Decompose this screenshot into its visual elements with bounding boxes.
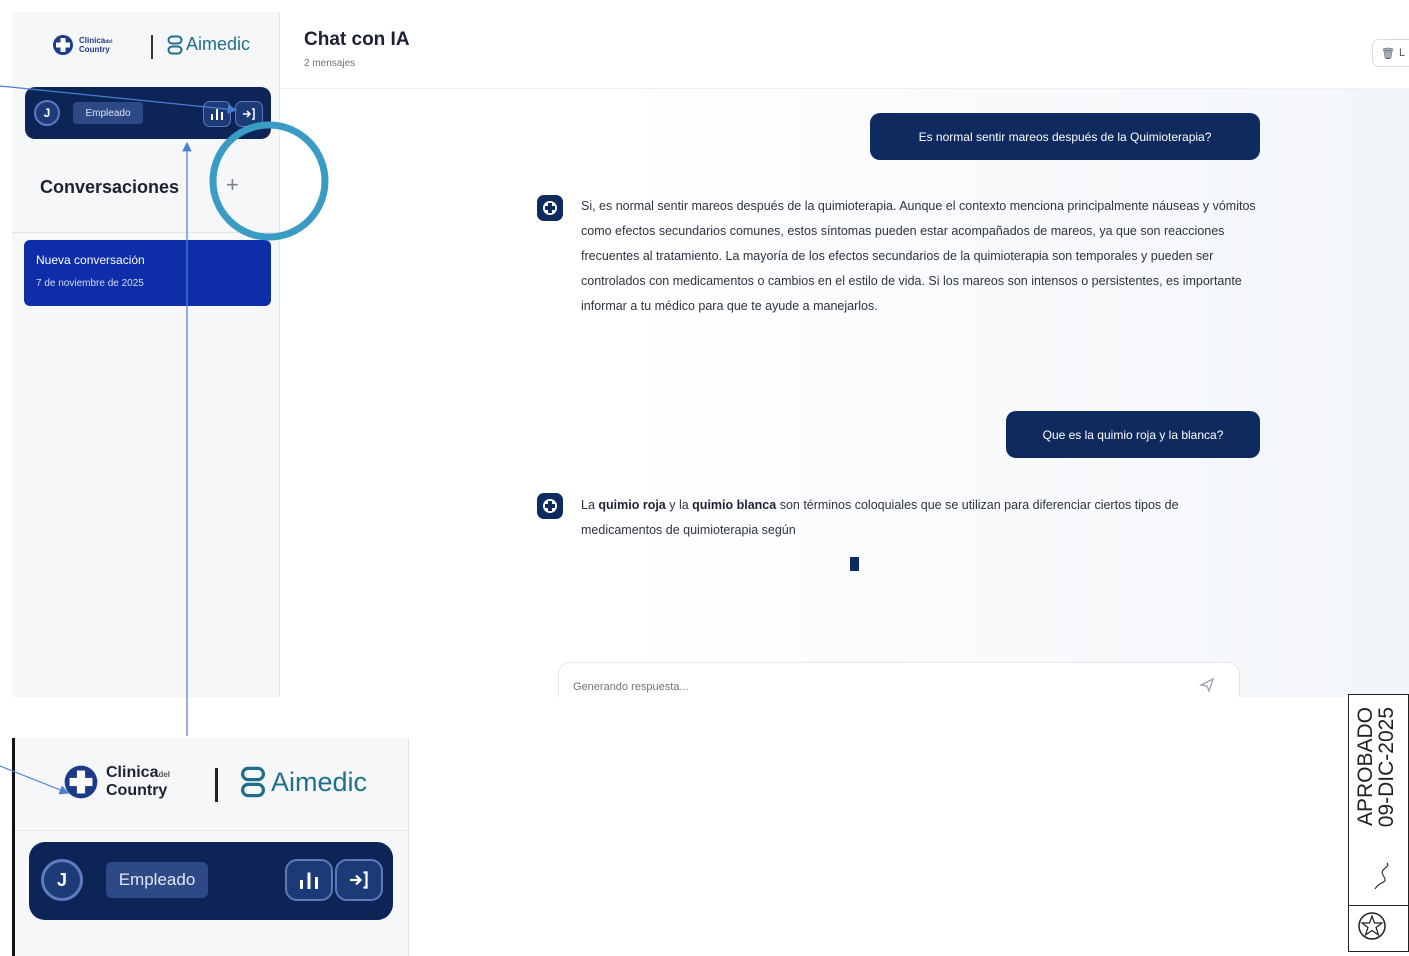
assistant-message: Si, es normal sentir mareos después de l… xyxy=(581,199,1256,313)
chat-area: Chat con IA 2 mensajes 🗑 L Es normal sen… xyxy=(280,12,1409,697)
aimedic-wordmark: Aimedic xyxy=(271,766,368,797)
country-word: Country xyxy=(79,44,110,54)
conversations-heading: Conversaciones xyxy=(40,177,180,197)
trash-icon: 🗑 xyxy=(1381,47,1395,60)
bar-chart-icon xyxy=(211,109,223,120)
conversation-title: Nueva conversación xyxy=(36,253,145,267)
aimedic-logo: Aimedic xyxy=(240,766,367,798)
logout-button[interactable] xyxy=(235,101,263,127)
bold-term: quimio blanca xyxy=(692,498,777,512)
clinica-cross-icon xyxy=(53,35,73,55)
aimedic-logo: Aimedic xyxy=(167,34,250,55)
new-conversation-button[interactable]: + xyxy=(226,172,239,198)
header-action-button[interactable]: 🗑 L xyxy=(1372,39,1409,67)
conversation-date: 7 de noviembre de 2025 xyxy=(36,278,144,289)
conversation-item[interactable]: Nueva conversación 7 de noviembre de 202… xyxy=(24,240,271,306)
assistant-avatar xyxy=(537,493,563,519)
clinica-country-logo: Clinicadel Country xyxy=(52,34,112,56)
message-composer xyxy=(558,662,1240,697)
aimedic-mark-icon xyxy=(241,766,265,798)
assistant-message-streaming: La quimio roja y la quimio blanca son té… xyxy=(581,493,1261,543)
user-message: Que es la quimio roja y la blanca? xyxy=(1006,411,1260,458)
text-part: y la xyxy=(665,498,693,512)
aimedic-mark-icon xyxy=(167,35,183,54)
sidebar-divider xyxy=(12,232,279,233)
avatar[interactable]: J xyxy=(41,859,83,901)
bold-term: quimio roja xyxy=(598,498,666,512)
message-input[interactable] xyxy=(571,673,1175,697)
assistant-avatar xyxy=(537,195,563,221)
app-window: Clinicadel Country Aimedic J Empleado Co… xyxy=(12,12,1409,697)
message-count: 2 mensajes xyxy=(304,58,356,69)
user-message-text: Es normal sentir mareos después de la Qu… xyxy=(918,129,1212,144)
sidebar: Clinicadel Country Aimedic J Empleado Co… xyxy=(12,12,280,697)
clinica-word: Clinica xyxy=(79,35,106,45)
inset-logo-row: Clinicadel Country Aimedic xyxy=(15,738,408,831)
logo-row: Clinicadel Country Aimedic xyxy=(12,12,279,78)
user-message: Es normal sentir mareos después de la Qu… xyxy=(870,113,1260,160)
chat-header: Chat con IA 2 mensajes 🗑 L xyxy=(280,12,1409,89)
signature-icon xyxy=(1374,862,1389,890)
clinica-country-logo: Clinicadel Country xyxy=(63,764,170,800)
seal-icon xyxy=(1358,912,1386,940)
zoomed-inset: Clinicadel Country Aimedic J Empleado xyxy=(12,738,409,956)
assistant-logo-icon xyxy=(543,499,557,513)
user-message-text: Que es la quimio roja y la blanca? xyxy=(1042,427,1224,442)
logo-divider xyxy=(215,768,218,802)
stats-button[interactable] xyxy=(203,101,231,127)
typing-cursor xyxy=(850,557,859,571)
clinica-country-wordmark: Clinicadel Country xyxy=(106,765,170,799)
text-part: La xyxy=(581,498,599,512)
page-title: Chat con IA xyxy=(304,29,410,50)
del-word: del xyxy=(158,770,171,779)
user-card: J Empleado xyxy=(25,87,271,139)
avatar[interactable]: J xyxy=(34,100,60,126)
aimedic-wordmark: Aimedic xyxy=(186,34,251,54)
logout-icon xyxy=(350,871,368,889)
stats-button[interactable] xyxy=(285,859,333,901)
logout-icon xyxy=(243,108,255,120)
role-badge: Empleado xyxy=(73,102,143,124)
clinica-word: Clinica xyxy=(106,764,159,781)
bar-chart-icon xyxy=(300,872,318,889)
country-word: Country xyxy=(106,782,168,799)
assistant-logo-icon xyxy=(543,201,557,215)
clinica-country-wordmark: Clinicadel Country xyxy=(79,35,112,54)
logo-divider xyxy=(151,35,153,59)
approval-stamp: APROBADO 09-DIC-2025 xyxy=(1348,694,1409,952)
send-button[interactable] xyxy=(1198,677,1215,697)
role-badge: Empleado xyxy=(106,862,208,898)
stamp-divider xyxy=(1349,905,1408,906)
clinica-cross-icon xyxy=(64,765,98,799)
user-card-zoomed: J Empleado xyxy=(29,842,393,920)
header-action-label: L xyxy=(1398,47,1406,59)
send-icon xyxy=(1198,677,1215,693)
logout-button[interactable] xyxy=(335,859,383,901)
